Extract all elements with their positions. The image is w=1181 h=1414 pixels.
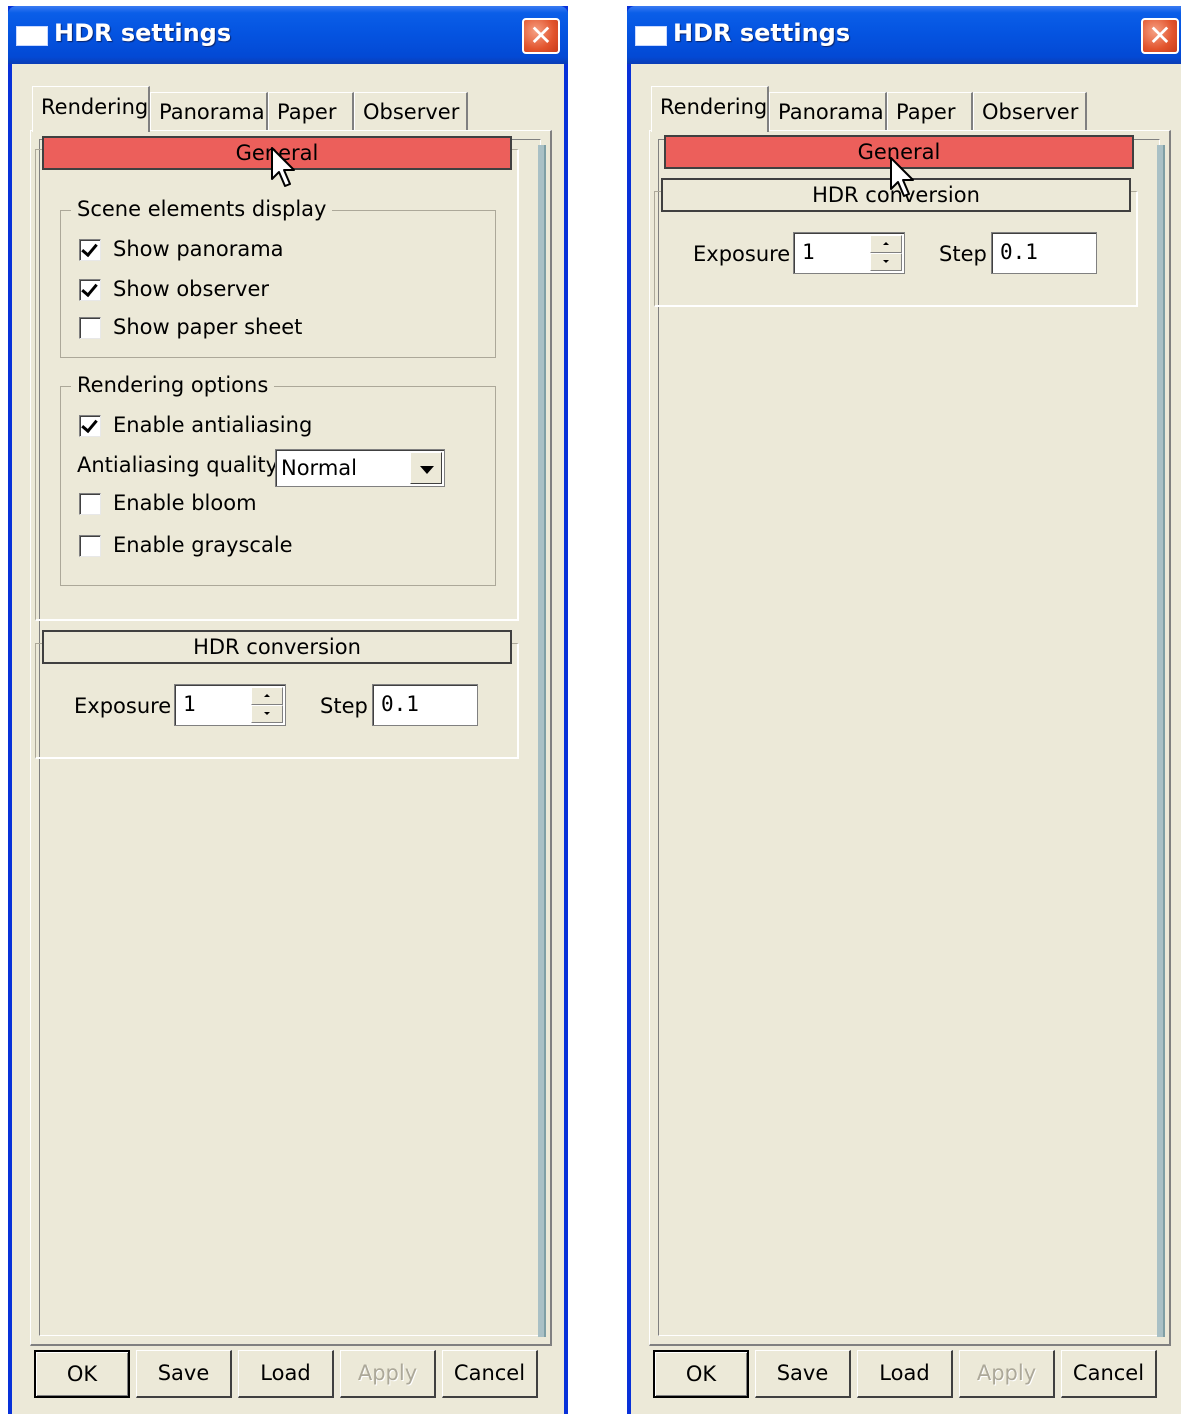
tab-paper[interactable]: Paper [887, 92, 973, 130]
show-panorama-checkbox[interactable] [79, 239, 101, 261]
spin-down-icon[interactable] [251, 705, 283, 723]
tab-panorama[interactable]: Panorama [150, 92, 268, 130]
apply-button-label: Apply [976, 1361, 1037, 1385]
title-bar[interactable]: HDR settings ✕ [627, 6, 1181, 64]
cancel-button[interactable]: Cancel [1061, 1350, 1157, 1398]
exposure-label: Exposure [74, 694, 172, 718]
show-paper-sheet-checkbox[interactable] [79, 317, 101, 339]
ok-button[interactable]: OK [653, 1350, 749, 1398]
step-value: 0.1 [1000, 240, 1038, 264]
load-button-label: Load [260, 1361, 311, 1385]
apply-button[interactable]: Apply [340, 1350, 436, 1398]
chevron-down-icon[interactable] [410, 452, 442, 484]
save-button[interactable]: Save [755, 1350, 851, 1398]
dialog-body: Rendering Panorama Paper Observer Genera… [12, 64, 564, 1414]
step-label: Step [939, 242, 987, 266]
enable-antialiasing-checkbox[interactable] [79, 415, 101, 437]
cancel-button-label: Cancel [453, 1361, 526, 1385]
exposure-label: Exposure [693, 242, 791, 266]
enable-antialiasing-label: Enable antialiasing [113, 413, 313, 437]
show-paper-sheet-label: Show paper sheet [113, 315, 303, 339]
cancel-button[interactable]: Cancel [442, 1350, 538, 1398]
exposure-spinbox[interactable]: 1 [793, 232, 905, 274]
hdr-conversion-section: HDR conversion Exposure 1 Step 0.1 [35, 630, 519, 759]
tab-observer[interactable]: Observer [354, 92, 468, 130]
cancel-button-label: Cancel [1072, 1361, 1145, 1385]
show-observer-checkbox[interactable] [79, 279, 101, 301]
scroll-area [658, 139, 1160, 1336]
window-title: HDR settings [673, 19, 851, 47]
general-section: General Scene elements display Show pano… [35, 136, 519, 621]
apply-button[interactable]: Apply [959, 1350, 1055, 1398]
spin-buttons[interactable] [870, 235, 902, 271]
enable-bloom-label: Enable bloom [113, 491, 257, 515]
spin-up-icon[interactable] [870, 235, 902, 253]
window-icon [16, 26, 48, 46]
tab-rendering[interactable]: Rendering [651, 86, 769, 132]
enable-grayscale-checkbox[interactable] [79, 535, 101, 557]
tab-panorama[interactable]: Panorama [769, 92, 887, 130]
tab-panel-rendering: General HDR conversion Exposure 1 Step 0… [649, 130, 1171, 1346]
spin-up-icon[interactable] [251, 687, 283, 705]
hdr-settings-window-collapsed: HDR settings ✕ Rendering Panorama Paper … [627, 6, 1181, 1414]
spin-down-icon[interactable] [870, 253, 902, 271]
save-button-label: Save [157, 1361, 210, 1385]
save-button[interactable]: Save [136, 1350, 232, 1398]
tab-observer[interactable]: Observer [973, 92, 1087, 130]
load-button[interactable]: Load [857, 1350, 953, 1398]
show-observer-label: Show observer [113, 277, 269, 301]
exposure-value: 1 [183, 692, 196, 716]
dialog-body: Rendering Panorama Paper Observer Genera… [631, 64, 1181, 1414]
exposure-value: 1 [802, 240, 815, 264]
step-value: 0.1 [381, 692, 419, 716]
hdr-conversion-section: HDR conversion Exposure 1 Step 0.1 [654, 178, 1138, 307]
tab-paper[interactable]: Paper [268, 92, 354, 130]
rendering-options-group: Rendering options Enable antialiasing An… [60, 372, 496, 586]
window-title: HDR settings [54, 19, 232, 47]
rendering-options-group-label: Rendering options [71, 372, 275, 398]
title-bar[interactable]: HDR settings ✕ [8, 6, 568, 64]
step-input[interactable]: 0.1 [372, 684, 478, 726]
apply-button-label: Apply [357, 1361, 418, 1385]
save-button-label: Save [776, 1361, 829, 1385]
scene-elements-group-label: Scene elements display [71, 196, 333, 222]
tab-panel-rendering: General Scene elements display Show pano… [30, 130, 552, 1346]
antialiasing-quality-value: Normal [281, 456, 357, 480]
exposure-spinbox[interactable]: 1 [174, 684, 286, 726]
enable-bloom-checkbox[interactable] [79, 493, 101, 515]
spin-buttons[interactable] [251, 687, 283, 723]
close-button[interactable]: ✕ [1141, 18, 1179, 54]
close-button[interactable]: ✕ [522, 18, 560, 54]
close-icon: ✕ [529, 19, 553, 52]
scene-elements-group: Scene elements display Show panorama Sho… [60, 196, 496, 358]
antialiasing-quality-select[interactable]: Normal [275, 449, 445, 487]
step-label: Step [320, 694, 368, 718]
hdr-settings-window-expanded: HDR settings ✕ Rendering Panorama Paper … [8, 6, 568, 1414]
load-button[interactable]: Load [238, 1350, 334, 1398]
ok-button-label: OK [66, 1362, 98, 1386]
close-icon: ✕ [1148, 19, 1172, 52]
show-panorama-label: Show panorama [113, 237, 284, 261]
vertical-scrollbar[interactable] [1157, 145, 1165, 1337]
tab-rendering[interactable]: Rendering [32, 86, 150, 132]
window-icon [635, 26, 667, 46]
vertical-scrollbar[interactable] [538, 145, 546, 1337]
antialiasing-quality-label: Antialiasing quality [77, 453, 279, 477]
hdr-conversion-section-header[interactable]: HDR conversion [42, 630, 512, 664]
step-input[interactable]: 0.1 [991, 232, 1097, 274]
load-button-label: Load [879, 1361, 930, 1385]
ok-button[interactable]: OK [34, 1350, 130, 1398]
ok-button-label: OK [685, 1362, 717, 1386]
enable-grayscale-label: Enable grayscale [113, 533, 293, 557]
